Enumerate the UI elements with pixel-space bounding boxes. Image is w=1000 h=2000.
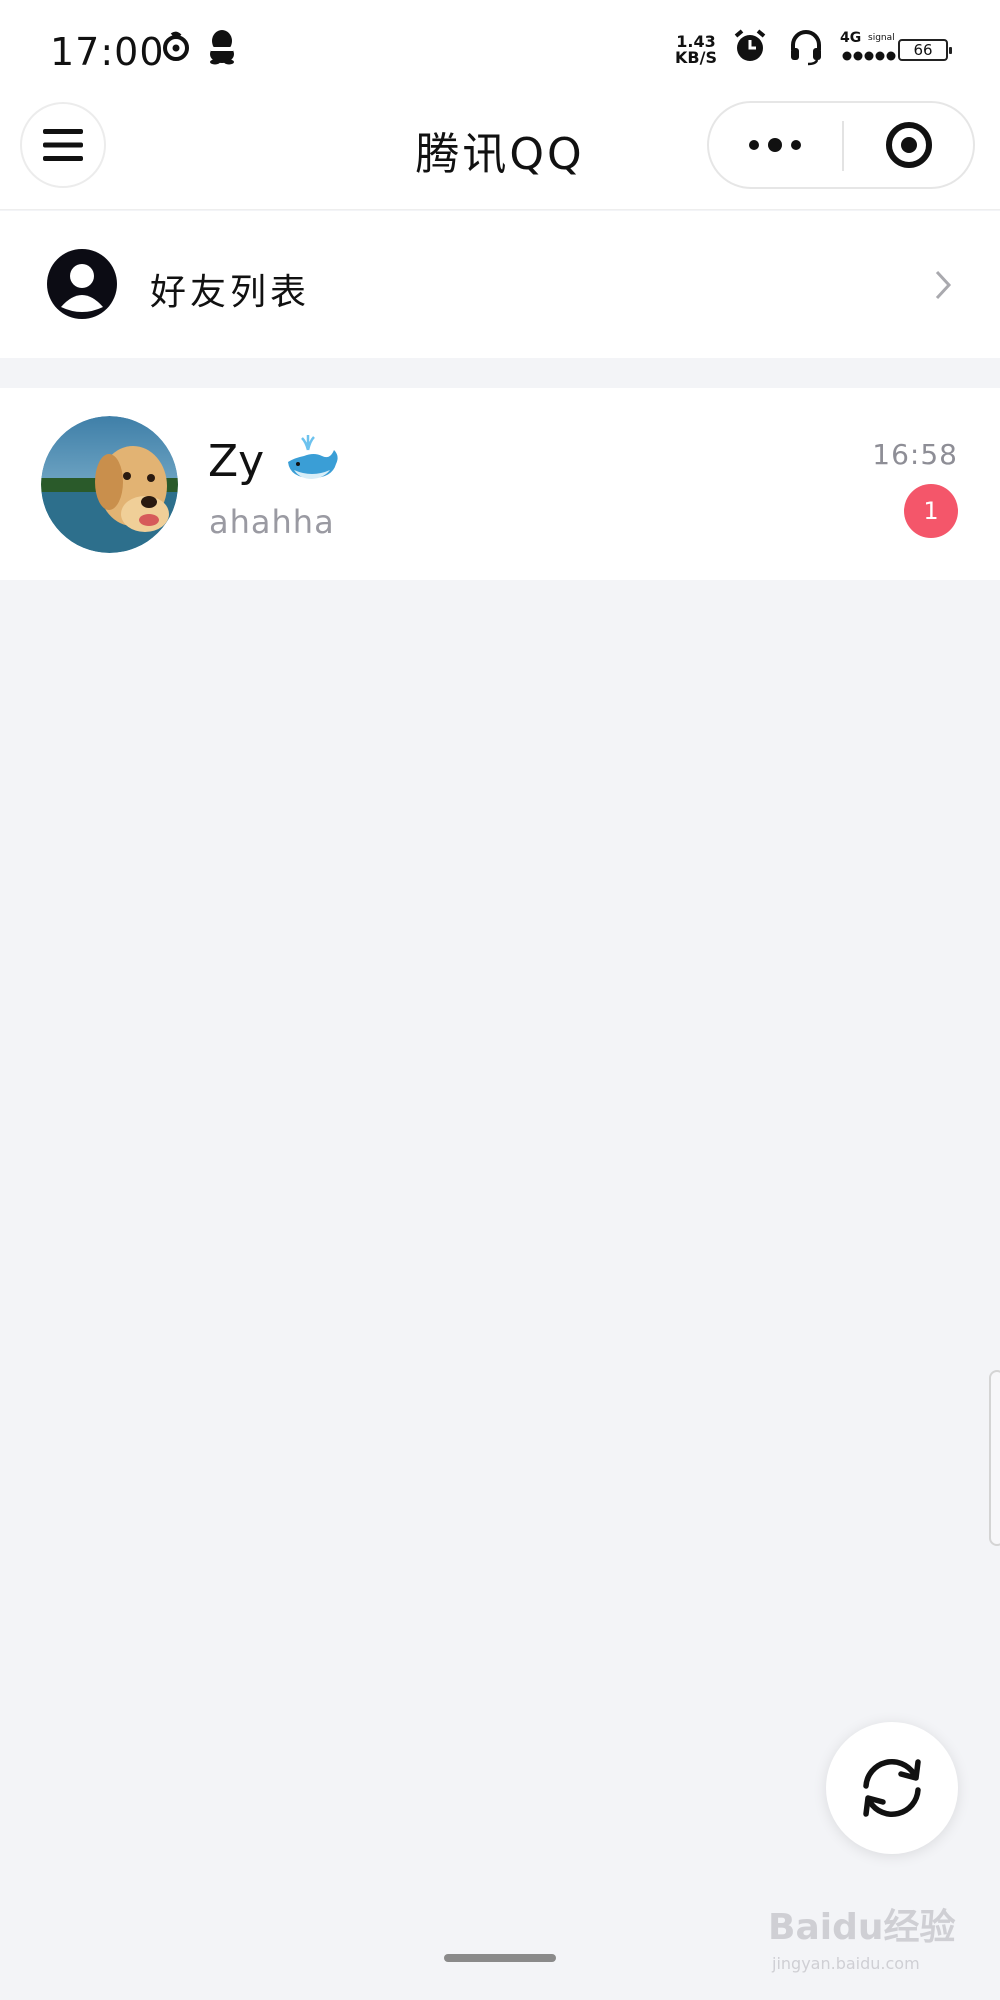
chat-contact-name: Zy bbox=[208, 436, 265, 487]
menu-button[interactable] bbox=[20, 102, 106, 188]
chat-list-item[interactable]: Zy ahahha 16:58 1 bbox=[0, 388, 1000, 580]
status-time: 17:00 bbox=[50, 30, 165, 74]
headset-icon bbox=[791, 30, 821, 66]
user-avatar-icon bbox=[47, 249, 117, 319]
chat-timestamp: 16:58 bbox=[872, 438, 958, 471]
close-button[interactable] bbox=[845, 103, 973, 187]
battery-icon: 66 bbox=[898, 39, 952, 61]
qq-penguin-icon bbox=[210, 30, 234, 65]
friends-list-label: 好友列表 bbox=[150, 272, 311, 313]
nav-bar: 腾讯QQ bbox=[0, 100, 1000, 210]
refresh-button[interactable] bbox=[826, 1722, 958, 1854]
capsule-menu bbox=[707, 101, 975, 189]
scroll-indicator[interactable] bbox=[989, 1370, 1000, 1546]
battery-level: 66 bbox=[913, 41, 933, 59]
avatar bbox=[41, 416, 178, 553]
capsule-divider bbox=[842, 121, 844, 171]
chat-last-message: ahahha bbox=[209, 503, 335, 541]
unread-badge: 1 bbox=[904, 484, 958, 538]
watermark-url: jingyan.baidu.com bbox=[772, 1954, 920, 1973]
more-icon bbox=[749, 138, 801, 152]
whale-emoji bbox=[288, 435, 338, 479]
speed-unit: KB/S bbox=[675, 48, 717, 67]
network-speed: 1.43 KB/S bbox=[675, 34, 717, 66]
status-bar: 17:00 1.43 KB/S 4G signal 66 bbox=[0, 0, 1000, 100]
chevron-right-icon bbox=[935, 270, 952, 300]
home-indicator[interactable] bbox=[444, 1954, 556, 1962]
menu-icon bbox=[43, 129, 83, 161]
alarm-icon bbox=[734, 29, 766, 61]
network-type: 4G bbox=[840, 30, 862, 46]
close-target-icon bbox=[886, 122, 932, 168]
friends-list-entry[interactable]: 好友列表 bbox=[0, 211, 1000, 358]
netease-music-icon bbox=[163, 31, 189, 61]
watermark: Baidu经验 bbox=[768, 1907, 956, 1948]
refresh-icon bbox=[863, 1759, 921, 1817]
page-title: 腾讯QQ bbox=[415, 129, 585, 180]
signal-label: signal bbox=[868, 33, 895, 43]
more-button[interactable] bbox=[709, 103, 841, 187]
signal-icon bbox=[842, 51, 896, 61]
